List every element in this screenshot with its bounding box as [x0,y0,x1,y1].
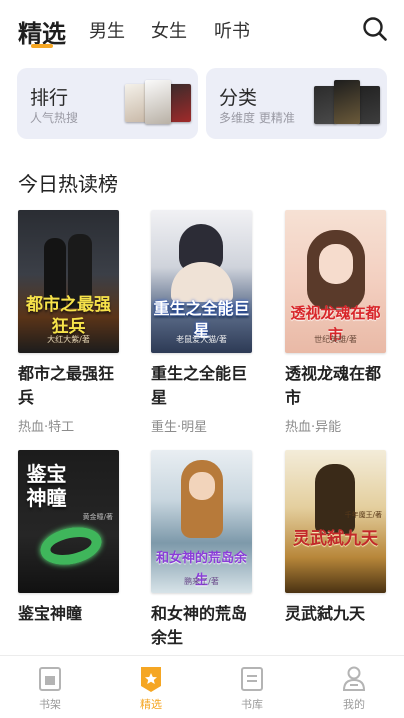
search-button[interactable] [362,16,388,42]
book-cover-title: 都市之最强狂兵 [26,295,111,337]
nav-label: 书库 [241,698,263,711]
book-item[interactable]: 重生之全能巨星 老鼠爱大猫/著 重生之全能巨星 重生·明星 [151,210,252,435]
ranking-card[interactable]: 排行 人气热搜 [17,68,198,139]
category-book-thumb [314,86,336,124]
nav-label: 书架 [39,698,61,711]
nav-library[interactable]: 书库 [222,664,282,712]
nav-featured[interactable]: 精选 [121,664,181,712]
book-cover[interactable]: 重生之全能巨星 老鼠爱大猫/著 [151,210,252,353]
category-book-thumb [334,80,360,124]
profile-icon [342,666,366,691]
nav-label: 我的 [343,698,365,711]
featured-icon [141,667,161,692]
category-card-title: 分类 [219,87,258,109]
book-title: 灵武弑九天 [285,604,366,623]
book-item[interactable]: 和女神的荒岛余生 鹏来了/著 和女神的荒岛余生 [151,450,252,650]
book-item[interactable]: 灵武弑九天 千年魔王/著 灵武弑九天 [285,450,386,626]
active-tab-indicator [31,44,53,48]
book-item[interactable]: 透视龙魂在都市 世纪英雄/著 透视龙魂在都市 热血·异能 [285,210,386,435]
book-cover[interactable]: 透视龙魂在都市 世纪英雄/著 [285,210,386,353]
book-cover[interactable]: 灵武弑九天 千年魔王/著 [285,450,386,593]
nav-bookshelf[interactable]: 书架 [20,664,80,712]
ranking-card-title: 排行 [30,87,69,109]
bottom-navigation: 书架 精选 书库 我的 [0,655,404,718]
book-title: 透视龙魂在都市 [285,364,382,407]
book-item[interactable]: 都市之最强狂兵 大红大紫/著 都市之最强狂兵 热血·特工 [18,210,119,435]
tab-female[interactable]: 女生 [151,17,187,43]
book-tags: 热血·异能 [285,420,342,435]
library-icon [241,667,263,691]
book-tags: 热血·特工 [18,420,75,435]
book-cover-author: 黄金瞳/著 [82,513,113,521]
book-item[interactable]: 鉴宝神瞳 黄金瞳/著 鉴宝神瞳 [18,450,119,626]
top-tab-bar: 精选 男生 女生 听书 [0,0,404,56]
book-title: 都市之最强狂兵 [18,364,115,407]
book-title: 鉴宝神瞳 [18,604,83,623]
category-card[interactable]: 分类 多维度 更精准 [206,68,387,139]
book-tags: 重生·明星 [151,420,208,435]
book-cover-author: 老鼠爱大猫/著 [176,335,227,344]
category-card-subtitle: 多维度 更精准 [219,111,295,125]
section-title: 今日热读榜 [18,172,118,196]
tab-male[interactable]: 男生 [89,17,125,43]
ranking-book-thumb [145,80,171,124]
nav-profile[interactable]: 我的 [324,664,384,712]
ranking-book-thumb [169,84,191,122]
ranking-book-thumb [125,84,147,122]
book-cover-author: 鹏来了/著 [184,577,219,586]
book-cover[interactable]: 和女神的荒岛余生 鹏来了/著 [151,450,252,593]
bookshelf-icon [39,667,61,691]
category-book-thumb [358,86,380,124]
book-cover-author: 世纪英雄/著 [314,335,357,344]
nav-label: 精选 [140,698,162,711]
book-cover[interactable]: 都市之最强狂兵 大红大紫/著 [18,210,119,353]
book-cover-author: 千年魔王/著 [344,511,382,519]
ranking-card-subtitle: 人气热搜 [30,111,79,125]
book-title: 重生之全能巨星 [151,364,248,407]
search-icon [363,17,387,41]
tab-audiobook[interactable]: 听书 [214,17,250,43]
book-cover[interactable]: 鉴宝神瞳 黄金瞳/著 [18,450,119,593]
book-cover-author: 大红大紫/著 [47,335,90,344]
book-cover-title: 鉴宝神瞳 [26,462,67,510]
book-title: 和女神的荒岛余生 [151,604,248,647]
book-cover-title: 灵武弑九天 [293,529,378,549]
